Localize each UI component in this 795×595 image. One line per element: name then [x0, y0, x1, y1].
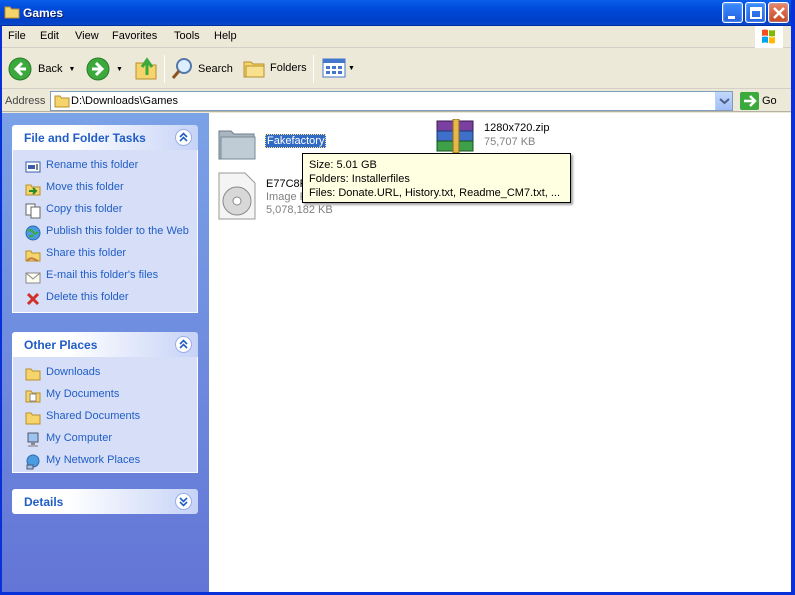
menu-edit[interactable]: Edit	[40, 30, 59, 42]
computer-icon	[27, 432, 39, 447]
back-arrow-icon	[8, 57, 32, 81]
up-folder-icon	[135, 57, 157, 80]
folder-icon	[218, 130, 256, 160]
folders-button[interactable]: Folders	[242, 57, 307, 79]
other-places-header[interactable]: Other Places	[12, 332, 198, 357]
menu-view[interactable]: View	[75, 30, 99, 42]
place-my-computer[interactable]: My Computer	[13, 429, 197, 451]
go-button[interactable]: Go	[740, 92, 777, 110]
title-bar[interactable]: Games	[0, 0, 795, 26]
rename-icon	[25, 161, 41, 173]
task-move-folder[interactable]: Move this folder	[13, 178, 197, 200]
back-label: Back	[38, 63, 63, 75]
tooltip-size: Size: 5.01 GB	[309, 159, 377, 171]
address-dropdown-button[interactable]	[715, 92, 732, 110]
file-name: 1280x720.zip	[484, 122, 550, 134]
address-bar: Address D:\Downloads\Games Go	[0, 90, 795, 112]
folder-icon	[4, 5, 20, 22]
collapse-chevron-icon[interactable]	[175, 129, 192, 149]
panel-title: Details	[24, 495, 64, 509]
go-arrow-icon	[740, 92, 759, 110]
task-share-folder[interactable]: Share this folder	[13, 244, 197, 266]
forward-arrow-icon	[86, 57, 110, 81]
menu-bar: File Edit View Favorites Tools Help	[0, 26, 795, 48]
window-title: Games	[23, 6, 64, 20]
place-downloads[interactable]: Downloads	[13, 363, 197, 385]
file-name: Fakefactory	[265, 134, 327, 148]
back-button[interactable]: Back ▼	[8, 57, 75, 81]
window-border-left	[0, 26, 2, 595]
maximize-button[interactable]	[745, 2, 766, 23]
folder-icon	[25, 368, 41, 381]
file-type: Image F	[266, 191, 307, 203]
folders-label: Folders	[270, 62, 307, 74]
task-publish-folder-web[interactable]: Publish this folder to the Web	[13, 222, 197, 244]
file-folder-tasks-header[interactable]: File and Folder Tasks	[12, 125, 198, 150]
details-header[interactable]: Details	[12, 489, 198, 514]
file-name: E77C8F	[266, 178, 307, 190]
views-icon	[322, 58, 346, 78]
menu-favorites[interactable]: Favorites	[112, 30, 157, 42]
folder-icon	[54, 94, 70, 111]
globe-icon	[25, 225, 41, 241]
place-my-documents[interactable]: My Documents	[13, 385, 197, 407]
views-dropdown-icon[interactable]: ▼	[348, 65, 355, 72]
forward-button[interactable]: ▼	[86, 57, 123, 81]
expand-chevron-icon[interactable]	[175, 493, 192, 513]
menu-help[interactable]: Help	[214, 30, 237, 42]
task-email-files[interactable]: E-mail this folder's files	[13, 266, 197, 288]
folder-tooltip: Size: 5.01 GB Folders: Installerfiles Fi…	[302, 153, 571, 203]
delete-icon	[26, 292, 40, 306]
folder-icon	[25, 412, 41, 425]
file-size: 5,078,182 KB	[266, 204, 333, 216]
place-my-network-places[interactable]: My Network Places	[13, 451, 197, 473]
collapse-chevron-icon[interactable]	[175, 336, 192, 356]
task-delete-folder[interactable]: Delete this folder	[13, 288, 197, 310]
copy-icon	[25, 203, 41, 219]
windows-logo-icon	[755, 26, 783, 48]
file-folder-tasks-panel: File and Folder Tasks Rename this folder…	[12, 125, 198, 313]
place-shared-documents[interactable]: Shared Documents	[13, 407, 197, 429]
search-label: Search	[198, 63, 233, 75]
folders-icon	[243, 61, 265, 78]
network-icon	[26, 454, 40, 470]
up-folder-button[interactable]	[134, 55, 158, 81]
back-dropdown-icon[interactable]: ▼	[68, 66, 75, 73]
task-copy-folder[interactable]: Copy this folder	[13, 200, 197, 222]
views-button[interactable]: ▼	[322, 58, 355, 78]
forward-dropdown-icon[interactable]: ▼	[116, 66, 123, 73]
close-button[interactable]	[768, 2, 789, 23]
tooltip-files: Files: Donate.URL, History.txt, Readme_C…	[309, 187, 561, 199]
window-border-right	[791, 0, 795, 595]
tooltip-folders: Folders: Installerfiles	[309, 173, 410, 185]
address-label: Address	[5, 95, 46, 107]
task-rename-folder[interactable]: Rename this folder	[13, 156, 197, 178]
details-panel: Details	[12, 489, 198, 514]
file-size: 75,707 KB	[484, 136, 536, 148]
toolbar: Back ▼ ▼ Search Folders ▼	[0, 49, 795, 89]
panel-title: Other Places	[24, 338, 98, 352]
address-path: D:\Downloads\Games	[71, 95, 178, 107]
move-icon	[25, 184, 41, 196]
disc-image-icon	[218, 172, 256, 220]
other-places-panel: Other Places Downloads My Documents Shar…	[12, 332, 198, 473]
task-pane: File and Folder Tasks Rename this folder…	[0, 113, 209, 592]
menu-file[interactable]: File	[8, 30, 26, 42]
panel-title: File and Folder Tasks	[24, 131, 146, 145]
menu-tools[interactable]: Tools	[174, 30, 200, 42]
go-label: Go	[762, 95, 777, 107]
search-button[interactable]: Search	[170, 57, 233, 81]
address-input[interactable]: D:\Downloads\Games	[50, 91, 733, 111]
share-icon	[25, 250, 41, 262]
search-icon	[171, 58, 192, 79]
my-documents-icon	[25, 390, 41, 403]
minimize-button[interactable]	[722, 2, 743, 23]
email-icon	[25, 272, 41, 284]
